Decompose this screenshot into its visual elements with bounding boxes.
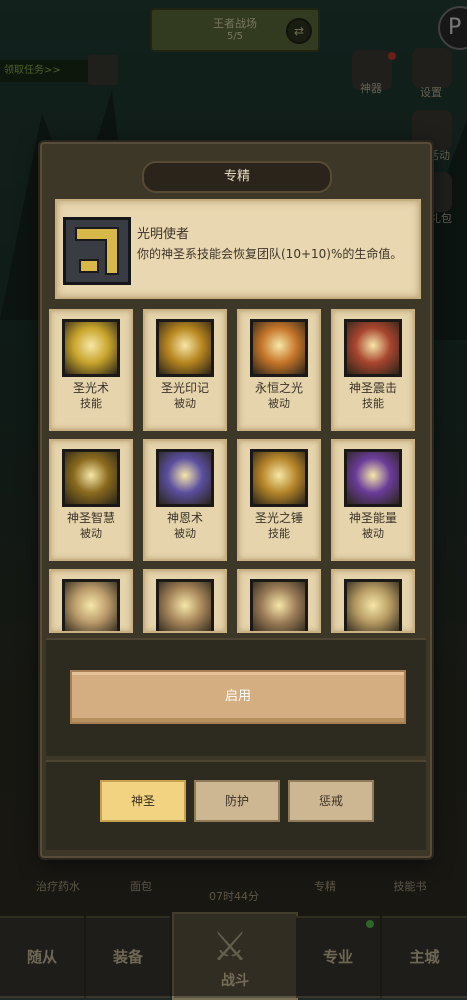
hammer-of-light-icon [250,449,308,507]
locked-skill-icon [62,579,120,631]
light-bringer-icon [63,217,131,285]
skill-type: 技能 [268,527,290,540]
skill-type: 被动 [80,527,102,540]
skill-type: 技能 [80,397,102,410]
selected-skill-description: 你的神圣系技能会恢复团队(10+10)%的生命值。 [137,247,403,261]
skill-card[interactable]: 圣光印记 被动 [143,309,227,431]
holy-mark-icon [156,319,214,377]
skill-type: 被动 [174,397,196,410]
holy-shock-icon [344,319,402,377]
skill-card[interactable]: 神圣能量 被动 [331,439,415,561]
skill-name: 圣光印记 [160,381,209,395]
skill-card[interactable] [331,569,415,633]
skill-type: 被动 [268,397,290,410]
specialization-modal: 专精 光明使者 你的神圣系技能会恢复团队(10+10)%的生命值。 圣光术 技能圣… [40,142,432,858]
skill-card[interactable] [49,569,133,633]
modal-title: 专精 [223,169,250,184]
skill-name: 圣光术 [72,381,109,395]
skill-card[interactable]: 圣光之锤 技能 [237,439,321,561]
skill-name: 神恩术 [166,511,203,525]
activate-button[interactable]: 启用 [70,670,406,724]
tab-holy[interactable]: 神圣 [100,780,186,822]
selected-skill-name: 光明使者 [137,227,190,242]
locked-skill-icon [344,579,402,631]
modal-title-bar: 专精 [142,161,332,193]
divine-wisdom-icon [62,449,120,507]
skill-name: 神圣智慧 [66,511,115,525]
locked-skill-icon [156,579,214,631]
skill-type: 技能 [362,397,384,410]
holy-power-icon [344,449,402,507]
tab-retribution[interactable]: 惩戒 [288,780,374,822]
activate-panel: 启用 [46,638,426,756]
skill-card[interactable] [143,569,227,633]
talent-tabs: 神圣 防护 惩戒 [46,760,426,850]
eternal-light-icon [250,319,308,377]
tab-protection[interactable]: 防护 [194,780,280,822]
selected-skill-detail: 光明使者 你的神圣系技能会恢复团队(10+10)%的生命值。 [55,199,421,299]
divine-favor-icon [156,449,214,507]
skill-name: 圣光之锤 [254,511,303,525]
skill-card[interactable]: 神圣智慧 被动 [49,439,133,561]
skill-name: 神圣震击 [348,381,397,395]
skill-card[interactable]: 神圣震击 技能 [331,309,415,431]
skill-type: 被动 [362,527,384,540]
skill-card[interactable]: 永恒之光 被动 [237,309,321,431]
skill-card[interactable]: 圣光术 技能 [49,309,133,431]
skill-card[interactable] [237,569,321,633]
locked-skill-icon [250,579,308,631]
skill-name: 神圣能量 [348,511,397,525]
skill-card[interactable]: 神恩术 被动 [143,439,227,561]
skill-name: 永恒之光 [254,381,303,395]
skill-type: 被动 [174,527,196,540]
holy-light-icon [62,319,120,377]
